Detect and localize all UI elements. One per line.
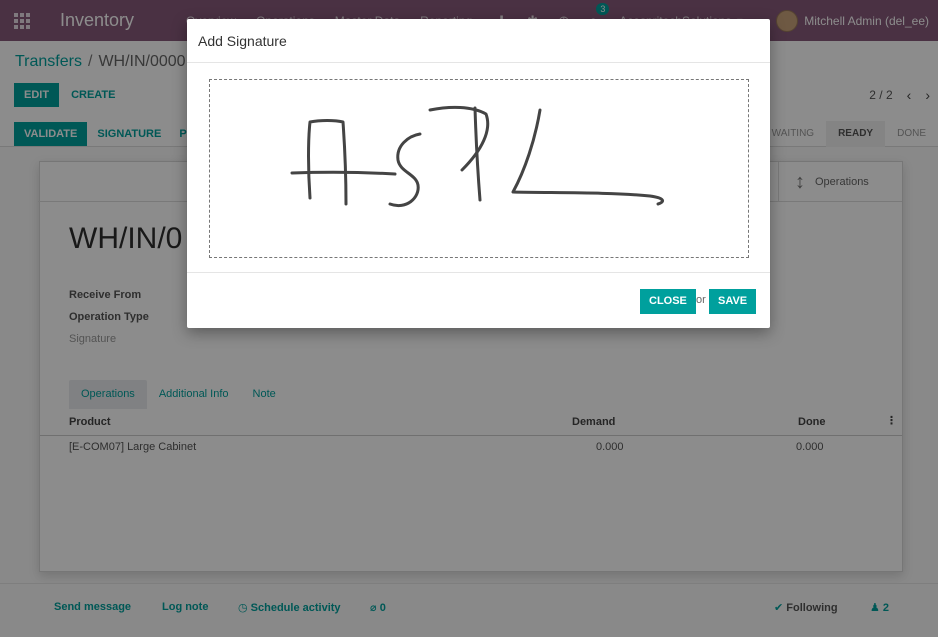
close-button[interactable]: CLOSE — [640, 289, 696, 314]
dialog-footer: CLOSE or SAVE — [187, 272, 770, 328]
signature-drawing — [290, 105, 664, 207]
or-text: or — [696, 294, 706, 306]
signature-pad[interactable] — [209, 79, 749, 258]
save-button[interactable]: SAVE — [709, 289, 757, 314]
add-signature-dialog: Add Signature CLOSE or SAVE — [187, 19, 770, 328]
dialog-title: Add Signature — [198, 33, 287, 49]
dialog-header: Add Signature — [187, 19, 770, 63]
